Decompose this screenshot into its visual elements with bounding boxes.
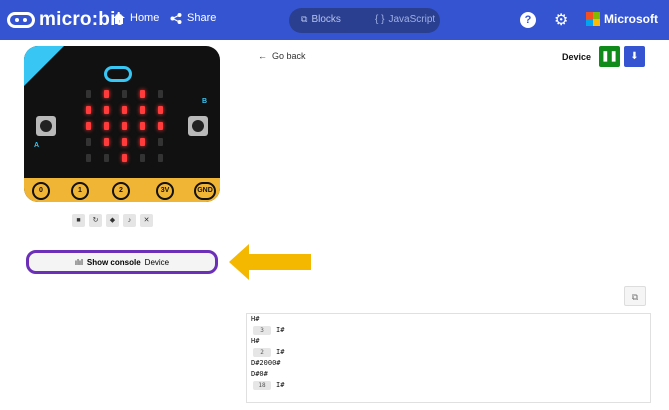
console-text: H#: [251, 337, 260, 345]
board-corner: [24, 46, 64, 86]
button-a[interactable]: [36, 116, 56, 136]
microbit-logo[interactable]: micro:bit: [7, 7, 122, 33]
microbit-logo-icon: [7, 12, 35, 28]
led-4-2: [122, 154, 127, 162]
repeat-count-badge: 3: [253, 326, 271, 335]
console-line: H#: [247, 314, 650, 325]
button-b-label: B: [202, 98, 208, 105]
led-4-0: [86, 154, 91, 162]
led-2-1: [104, 122, 109, 130]
simulator-controls: ■ ↻ ◆ ♪ ✕: [72, 214, 153, 227]
show-console-button[interactable]: ılıl Show console Device: [26, 250, 218, 274]
home-label: Home: [130, 12, 160, 24]
led-2-0: [86, 122, 91, 130]
led-0-3: [140, 90, 145, 98]
led-0-0: [86, 90, 91, 98]
led-0-2: [122, 90, 127, 98]
repeat-count-badge: 18: [253, 381, 271, 390]
braces-icon: { }: [375, 14, 385, 25]
led-2-4: [158, 122, 163, 130]
stop-icon[interactable]: ■: [72, 214, 85, 227]
sound-icon[interactable]: ♪: [123, 214, 136, 227]
pin-2[interactable]: 2: [112, 182, 130, 200]
led-2-3: [140, 122, 145, 130]
microsoft-logo[interactable]: Microsoft: [586, 12, 658, 26]
led-1-3: [140, 106, 145, 114]
led-3-3: [140, 138, 145, 146]
console-text: I#: [276, 348, 285, 356]
console-line: 3 I#: [247, 325, 650, 336]
go-back-link[interactable]: ← Go back: [258, 51, 306, 61]
console-line: D#0#: [247, 369, 650, 380]
touch-logo[interactable]: [104, 66, 132, 82]
console-line: 2 I#: [247, 347, 650, 358]
arrow-left-icon: ←: [258, 51, 267, 61]
fullscreen-icon[interactable]: ✕: [140, 214, 153, 227]
led-4-1: [104, 154, 109, 162]
led-3-2: [122, 138, 127, 146]
top-bar: micro:bit Home Share ⧉ Blocks { } JavaSc…: [0, 0, 669, 40]
pin-gnd[interactable]: GND: [194, 182, 216, 200]
pointer-arrow: [229, 244, 311, 280]
microsoft-icon: [586, 12, 600, 26]
device-label: Device: [562, 52, 592, 62]
download-button[interactable]: ⬇: [624, 46, 645, 67]
blocks-icon: ⧉: [301, 14, 308, 24]
brand-text: micro:bit: [39, 9, 123, 30]
pin-3v[interactable]: 3V: [156, 182, 174, 200]
go-back-label: Go back: [272, 51, 306, 61]
console-text: D#0#: [251, 370, 268, 378]
led-1-0: [86, 106, 91, 114]
copy-button[interactable]: ⧉: [624, 286, 646, 306]
button-b[interactable]: [188, 116, 208, 136]
gear-icon[interactable]: ⚙: [554, 10, 568, 30]
console-text: H#: [251, 315, 260, 323]
serial-console: H# 3 I# H# 2 I# D#2000# D#0# 18 I#: [246, 313, 651, 403]
show-console-label: Show console: [86, 257, 141, 267]
console-line: D#2000#: [247, 358, 650, 369]
blocks-label: Blocks: [311, 14, 341, 25]
copy-icon: ⧉: [631, 292, 639, 302]
pause-icon: ❚❚: [601, 51, 618, 62]
chart-icon: ılıl: [74, 257, 83, 267]
led-2-2: [122, 122, 127, 130]
led-0-4: [158, 90, 163, 98]
show-console-sublabel: Device: [144, 257, 170, 267]
led-3-0: [86, 138, 91, 146]
share-label: Share: [187, 12, 217, 24]
console-text: D#2000#: [251, 359, 281, 367]
console-line: H#: [247, 336, 650, 347]
download-icon: ⬇: [630, 51, 639, 62]
pin-0[interactable]: 0: [32, 182, 50, 200]
led-3-4: [158, 138, 163, 146]
led-1-1: [104, 106, 109, 114]
led-1-2: [122, 106, 127, 114]
blocks-tab[interactable]: ⧉ Blocks: [301, 14, 341, 25]
repeat-count-badge: 2: [253, 348, 271, 357]
led-0-1: [104, 90, 109, 98]
javascript-tab[interactable]: { } JavaScript: [375, 14, 435, 25]
console-line: 18 I#: [247, 380, 650, 391]
button-a-label: A: [34, 142, 40, 149]
pin-1[interactable]: 1: [71, 182, 89, 200]
share-icon: [170, 12, 182, 24]
restart-icon[interactable]: ↻: [89, 214, 102, 227]
home-button[interactable]: Home: [113, 12, 159, 24]
editor-toggle: ⧉ Blocks { } JavaScript: [289, 8, 440, 33]
led-4-4: [158, 154, 163, 162]
pause-button[interactable]: ❚❚: [599, 46, 620, 67]
led-3-1: [104, 138, 109, 146]
share-button[interactable]: Share: [170, 12, 216, 24]
microbit-simulator[interactable]: A B 0 1 2 3V GND: [24, 46, 220, 202]
slowmo-icon[interactable]: ◆: [106, 214, 119, 227]
console-text: I#: [276, 326, 285, 334]
javascript-label: JavaScript: [388, 14, 436, 25]
home-icon: [113, 12, 125, 24]
microsoft-label: Microsoft: [604, 12, 658, 26]
help-icon[interactable]: ?: [520, 12, 536, 28]
led-4-3: [140, 154, 145, 162]
led-1-4: [158, 106, 163, 114]
console-text: I#: [276, 381, 285, 389]
